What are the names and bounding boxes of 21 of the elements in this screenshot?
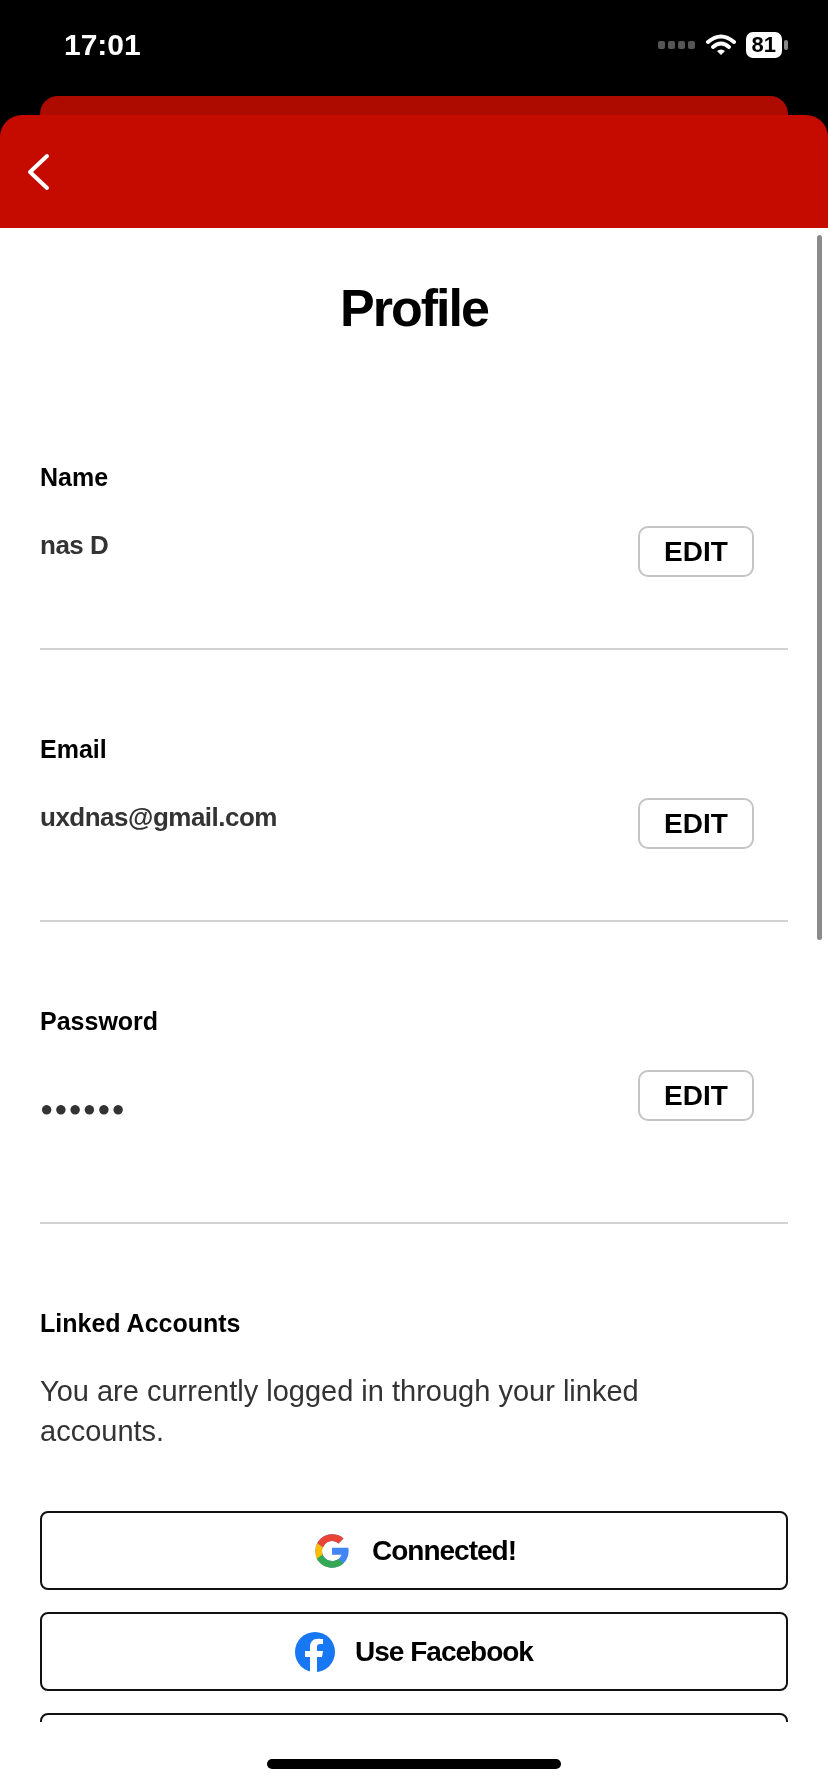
facebook-icon [295, 1631, 336, 1672]
clock-time: 17:01 [64, 28, 141, 62]
account-button[interactable]: Use Facebook [40, 1612, 788, 1691]
field-value: nas D [40, 530, 109, 560]
section-heading: Linked Accounts [40, 1308, 242, 1338]
signal-icon [657, 41, 696, 49]
account-button[interactable]: Connected! [40, 1511, 788, 1590]
field-label: Name [40, 462, 110, 492]
edit-button[interactable]: EDIT [638, 798, 754, 849]
description-text: You are currently logged in through your linked accounts. [40, 1374, 640, 1449]
battery-indicator: 81 [745, 32, 788, 58]
edit-button[interactable]: EDIT [638, 1070, 754, 1121]
page-title: Profile [339, 278, 489, 338]
password-value: ●●●●●● [40, 1095, 126, 1123]
field-label: Email [40, 734, 108, 764]
edit-button[interactable]: EDIT [638, 526, 754, 577]
field-label: Password [40, 1006, 160, 1036]
back-button[interactable] [26, 152, 50, 191]
wifi-icon [705, 34, 736, 56]
field-value: uxdnas@gmail.com [40, 802, 277, 832]
back-icon [26, 152, 50, 191]
